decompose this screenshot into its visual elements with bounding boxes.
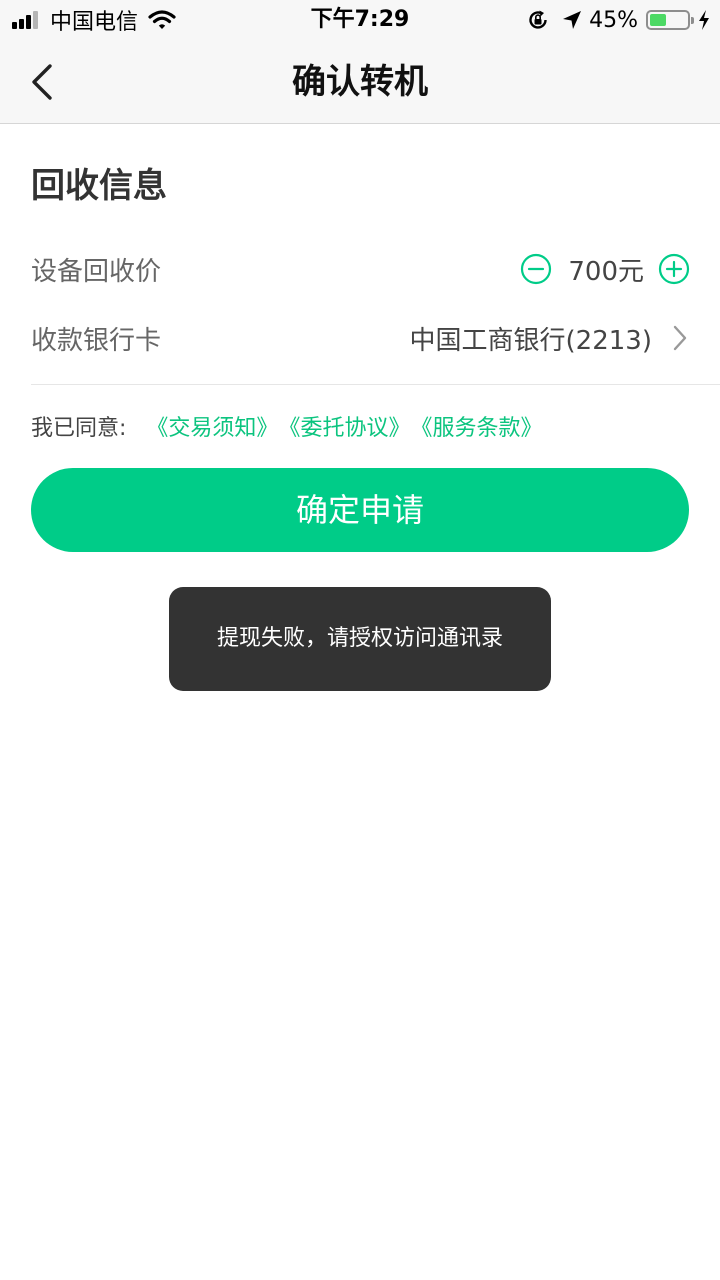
status-left: 中国电信 [12, 0, 176, 40]
location-arrow-icon [563, 11, 582, 29]
entrust-agreement-link[interactable]: 《委托协议》 [278, 410, 410, 442]
bank-card-row[interactable]: 收款银行卡 中国工商银行(2213) [31, 313, 690, 363]
price-row: 设备回收价 700元 [31, 244, 690, 294]
confirm-apply-button[interactable]: 确定申请 [31, 468, 689, 552]
chevron-right-icon [673, 325, 687, 351]
wifi-icon [148, 10, 176, 29]
carrier-name: 中国电信 [50, 10, 139, 35]
minus-circle-icon[interactable] [520, 253, 552, 285]
status-right: 45% [527, 0, 710, 40]
orientation-lock-icon [529, 10, 547, 29]
bank-card-label: 收款银行卡 [31, 325, 162, 356]
plus-circle-icon[interactable] [658, 253, 690, 285]
section-title: 回收信息 [31, 166, 167, 206]
price-value: 700元 [568, 256, 644, 287]
battery-cap [691, 17, 694, 24]
battery-icon [646, 10, 694, 30]
battery-percent: 45% [589, 7, 638, 33]
status-bar: 中国电信 下午7:29 45% [0, 0, 720, 40]
price-label: 设备回收价 [31, 256, 162, 287]
agreement-label: 我已同意: [31, 416, 127, 441]
back-arrow-icon[interactable] [26, 60, 66, 104]
signal-icon [12, 11, 40, 29]
bank-card-value: 中国工商银行(2213) [409, 325, 652, 356]
battery-fill [650, 14, 666, 26]
divider [31, 384, 720, 385]
agreement-line: 我已同意: 《交易须知》 《委托协议》 《服务条款》 [31, 406, 542, 446]
service-terms-link[interactable]: 《服务条款》 [410, 410, 542, 442]
page-title: 确认转机 [292, 62, 428, 102]
price-stepper: 700元 [520, 251, 690, 288]
trade-notice-link[interactable]: 《交易须知》 [146, 410, 278, 442]
nav-bar: 确认转机 [0, 40, 720, 124]
charging-bolt-icon [699, 10, 709, 30]
bank-card-selector[interactable]: 中国工商银行(2213) [410, 320, 690, 357]
toast-message: 提现失败，请授权访问通讯录 [169, 587, 551, 691]
